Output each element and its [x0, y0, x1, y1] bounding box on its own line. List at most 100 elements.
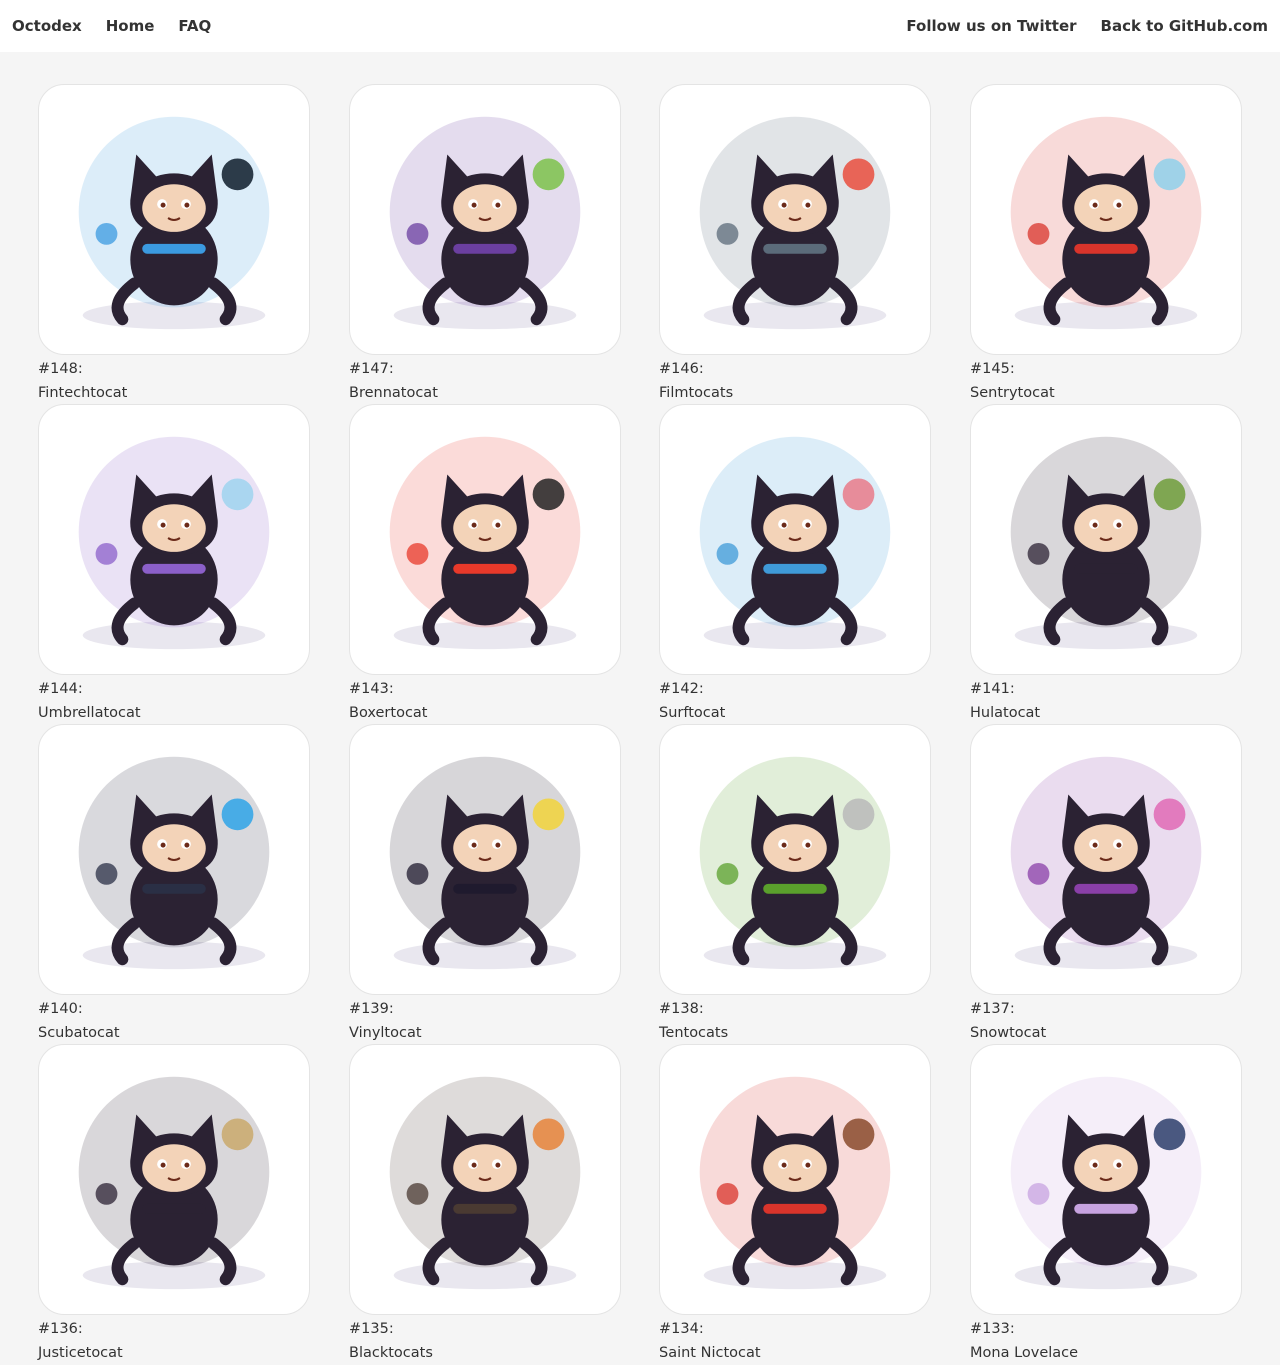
octocat-caption: #146: Filmtocats: [659, 357, 931, 405]
nav-left: Octodex Home FAQ: [12, 17, 235, 35]
octocat-caption: #133: Mona Lovelace: [970, 1317, 1242, 1365]
octocat-thumbnail[interactable]: [659, 404, 931, 675]
octocat-name[interactable]: Fintechtocat: [38, 381, 310, 405]
octocat-thumbnail[interactable]: [970, 84, 1242, 355]
snowtocat-image: [1010, 756, 1202, 970]
octocat-card: #135: Blacktocats: [349, 1044, 621, 1364]
octocat-caption: #143: Boxertocat: [349, 677, 621, 725]
brennatocat-image: [389, 116, 581, 330]
blacktocats-image: [389, 1076, 581, 1290]
octocat-caption: #141: Hulatocat: [970, 677, 1242, 725]
octocat-name[interactable]: Blacktocats: [349, 1341, 621, 1365]
octocat-card: #134: Saint Nictocat: [659, 1044, 931, 1364]
octocat-thumbnail[interactable]: [659, 1044, 931, 1315]
github-link[interactable]: Back to GitHub.com: [1101, 17, 1268, 35]
twitter-link[interactable]: Follow us on Twitter: [906, 17, 1076, 35]
home-link[interactable]: Home: [106, 17, 155, 35]
sentrytocat-image: [1010, 116, 1202, 330]
octocat-caption: #145: Sentrytocat: [970, 357, 1242, 405]
octocat-caption: #147: Brennatocat: [349, 357, 621, 405]
octocat-name[interactable]: Umbrellatocat: [38, 701, 310, 725]
octocat-thumbnail[interactable]: [349, 404, 621, 675]
octocat-name[interactable]: Boxertocat: [349, 701, 621, 725]
scubatocat-image: [78, 756, 270, 970]
octocat-card: #148: Fintechtocat: [38, 84, 310, 404]
octocat-card: #142: Surftocat: [659, 404, 931, 724]
octocat-card: #136: Justicetocat: [38, 1044, 310, 1364]
octocat-number: #141:: [970, 681, 1015, 697]
octocat-card: #133: Mona Lovelace: [970, 1044, 1242, 1364]
nav-right: Follow us on Twitter Back to GitHub.com: [882, 17, 1268, 35]
octocat-number: #133:: [970, 1321, 1015, 1337]
octocat-caption: #135: Blacktocats: [349, 1317, 621, 1365]
octocat-number: #135:: [349, 1321, 394, 1337]
octocat-thumbnail[interactable]: [38, 1044, 310, 1315]
octocat-number: #142:: [659, 681, 704, 697]
octocat-thumbnail[interactable]: [659, 84, 931, 355]
octocat-card: #146: Filmtocats: [659, 84, 931, 404]
octocat-thumbnail[interactable]: [659, 724, 931, 995]
top-nav: Octodex Home FAQ Follow us on Twitter Ba…: [0, 0, 1280, 52]
octocat-name[interactable]: Snowtocat: [970, 1021, 1242, 1045]
octocat-caption: #136: Justicetocat: [38, 1317, 310, 1365]
octocat-name[interactable]: Surftocat: [659, 701, 931, 725]
surftocat-image: [699, 436, 891, 650]
faq-link[interactable]: FAQ: [178, 17, 211, 35]
boxertocat-image: [389, 436, 581, 650]
octocat-name[interactable]: Brennatocat: [349, 381, 621, 405]
octocat-number: #147:: [349, 361, 394, 377]
octocat-thumbnail[interactable]: [970, 1044, 1242, 1315]
vinyltocat-image: [389, 756, 581, 970]
octocat-name[interactable]: Sentrytocat: [970, 381, 1242, 405]
octocat-name[interactable]: Filmtocats: [659, 381, 931, 405]
octocat-card: #143: Boxertocat: [349, 404, 621, 724]
mona-lovelace-image: [1010, 1076, 1202, 1290]
octocat-number: #137:: [970, 1001, 1015, 1017]
octocat-caption: #140: Scubatocat: [38, 997, 310, 1045]
octocat-number: #144:: [38, 681, 83, 697]
octocat-thumbnail[interactable]: [38, 724, 310, 995]
octocat-name[interactable]: Mona Lovelace: [970, 1341, 1242, 1365]
octocat-card: #145: Sentrytocat: [970, 84, 1242, 404]
octocat-number: #145:: [970, 361, 1015, 377]
octocat-thumbnail[interactable]: [38, 84, 310, 355]
octocat-number: #146:: [659, 361, 704, 377]
brand-link[interactable]: Octodex: [12, 17, 82, 35]
octocat-name[interactable]: Vinyltocat: [349, 1021, 621, 1045]
octocat-number: #136:: [38, 1321, 83, 1337]
octocat-number: #138:: [659, 1001, 704, 1017]
saint-nictocat-image: [699, 1076, 891, 1290]
octocat-number: #139:: [349, 1001, 394, 1017]
octocat-caption: #138: Tentocats: [659, 997, 931, 1045]
octocat-card: #139: Vinyltocat: [349, 724, 621, 1044]
octocat-thumbnail[interactable]: [970, 724, 1242, 995]
filmtocats-image: [699, 116, 891, 330]
octocat-name[interactable]: Justicetocat: [38, 1341, 310, 1365]
hulatocat-image: [1010, 436, 1202, 650]
justicetocat-image: [78, 1076, 270, 1290]
tentocats-image: [699, 756, 891, 970]
octocat-thumbnail[interactable]: [38, 404, 310, 675]
octocat-name[interactable]: Scubatocat: [38, 1021, 310, 1045]
octocat-card: #141: Hulatocat: [970, 404, 1242, 724]
octocat-caption: #134: Saint Nictocat: [659, 1317, 931, 1365]
octocat-card: #137: Snowtocat: [970, 724, 1242, 1044]
octocat-card: #140: Scubatocat: [38, 724, 310, 1044]
octocat-card: #138: Tentocats: [659, 724, 931, 1044]
octocat-thumbnail[interactable]: [970, 404, 1242, 675]
octocat-name[interactable]: Tentocats: [659, 1021, 931, 1045]
octocat-caption: #144: Umbrellatocat: [38, 677, 310, 725]
octocat-thumbnail[interactable]: [349, 724, 621, 995]
octocat-name[interactable]: Hulatocat: [970, 701, 1242, 725]
octocat-thumbnail[interactable]: [349, 1044, 621, 1315]
octocat-caption: #137: Snowtocat: [970, 997, 1242, 1045]
octocat-caption: #142: Surftocat: [659, 677, 931, 725]
octocat-number: #143:: [349, 681, 394, 697]
umbrellatocat-image: [78, 436, 270, 650]
fintechtocat-image: [78, 116, 270, 330]
octocat-number: #148:: [38, 361, 83, 377]
octocat-name[interactable]: Saint Nictocat: [659, 1341, 931, 1365]
octocat-caption: #139: Vinyltocat: [349, 997, 621, 1045]
octocat-thumbnail[interactable]: [349, 84, 621, 355]
octocat-number: #134:: [659, 1321, 704, 1337]
